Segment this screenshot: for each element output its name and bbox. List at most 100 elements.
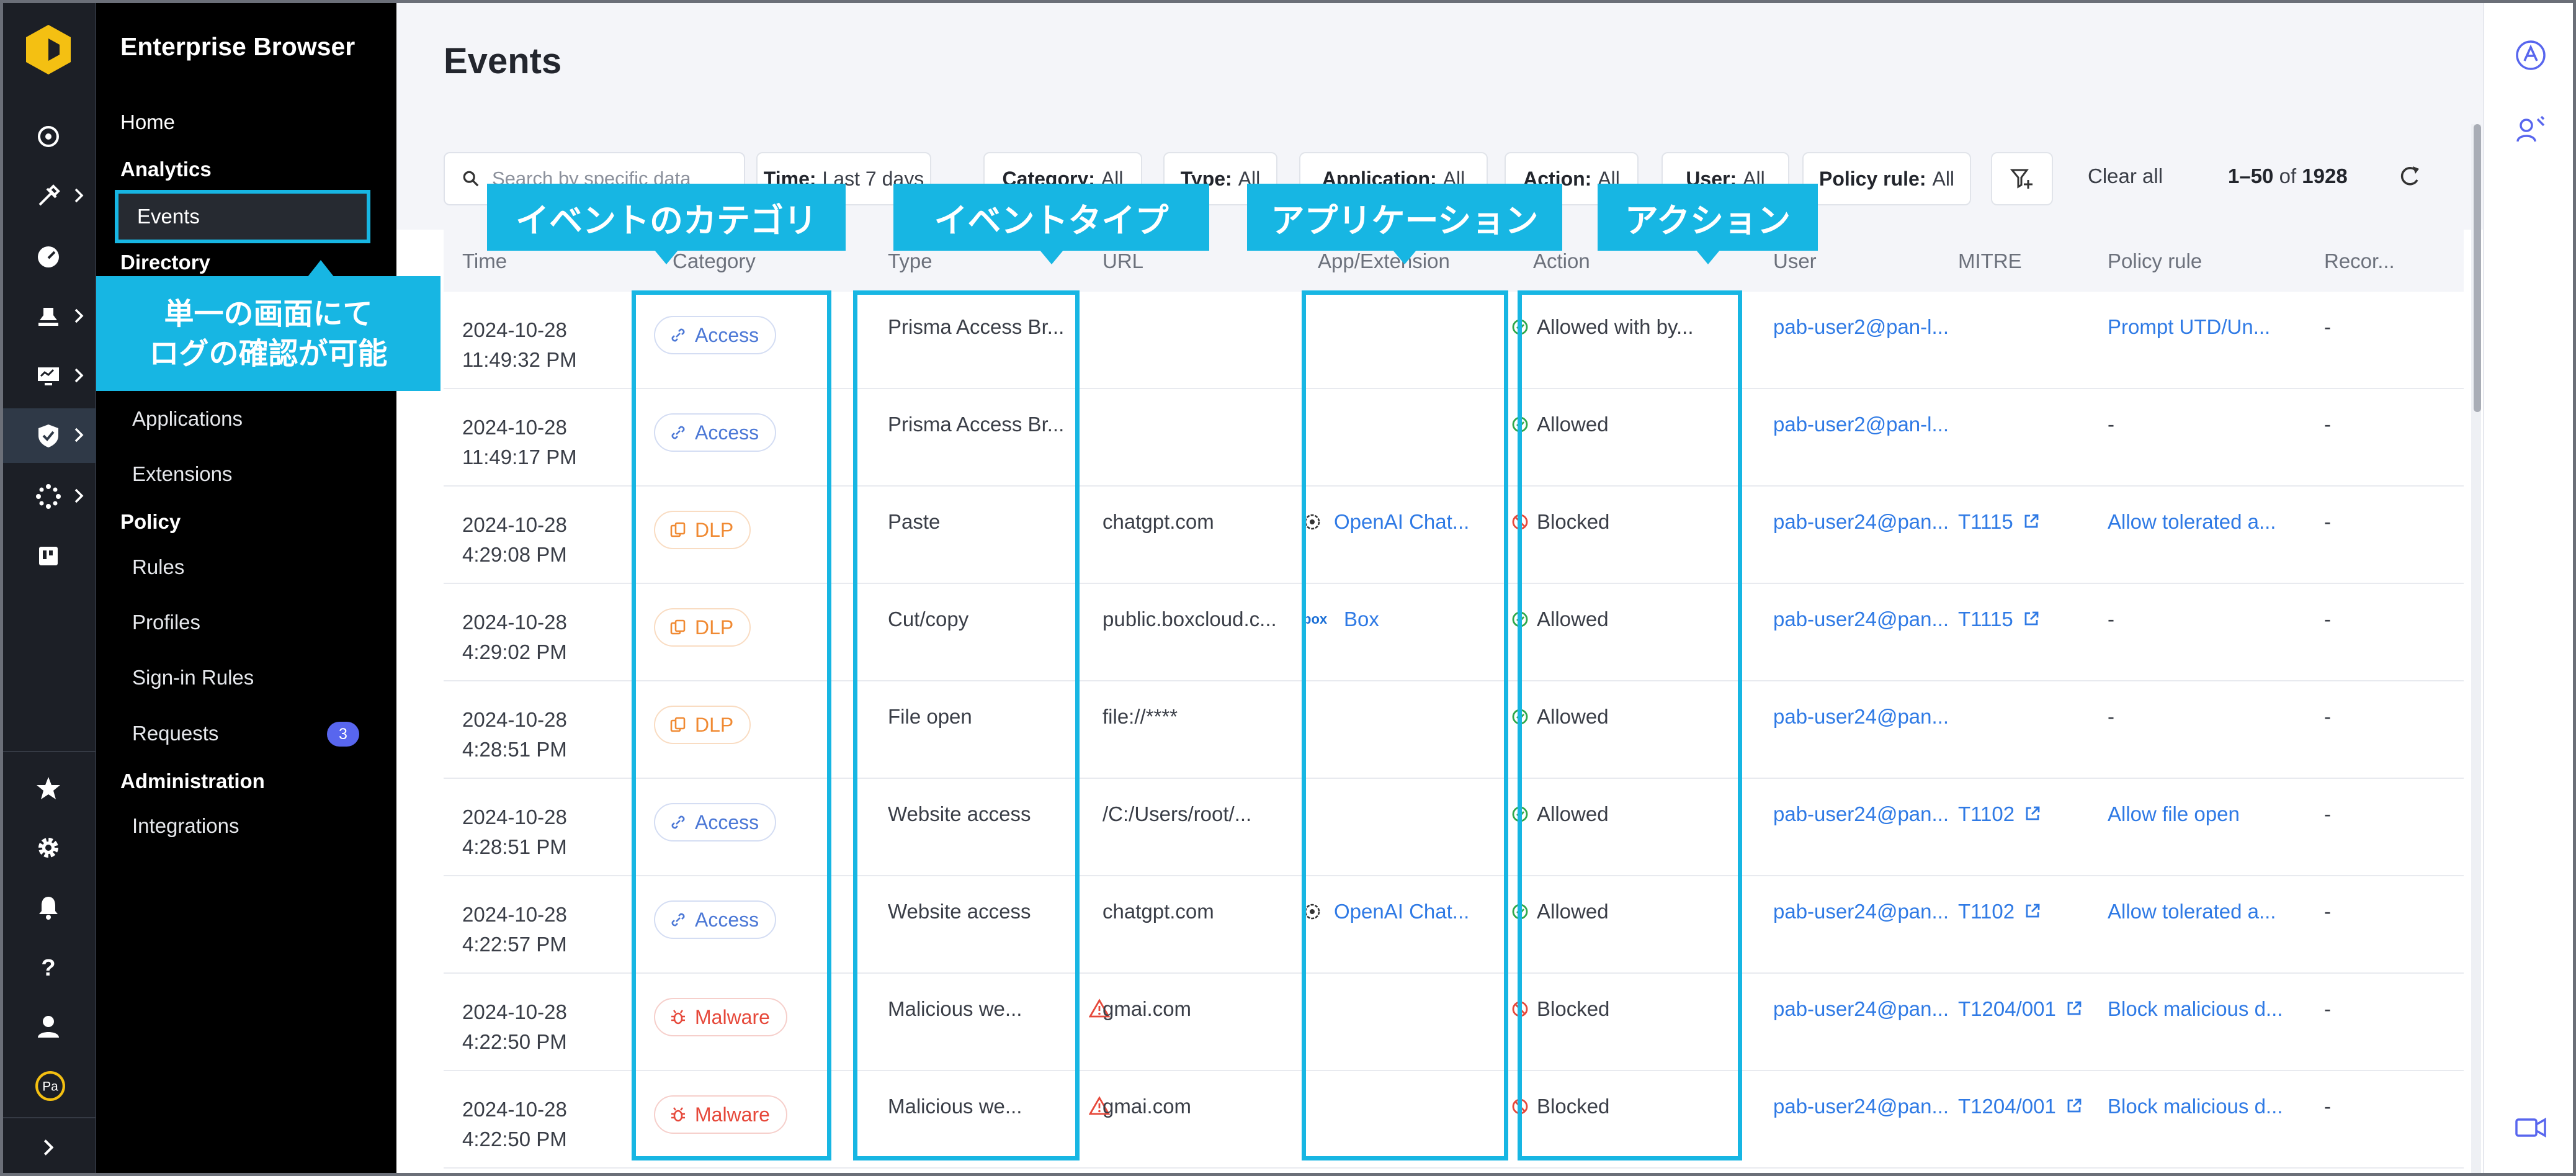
user-cell[interactable]: pab-user24@pan... xyxy=(1773,900,1953,923)
app-name: OpenAI Chat... xyxy=(1334,510,1470,533)
video-icon[interactable] xyxy=(2514,1111,2547,1144)
policy-rule-cell[interactable]: Allow tolerated a... xyxy=(2108,510,2294,534)
table-row[interactable]: 2024-10-28 11:49:32 PM Access Prisma Access… xyxy=(444,292,2464,389)
app-logo-icon[interactable] xyxy=(25,24,72,76)
user-cell[interactable]: pab-user24@pan... xyxy=(1773,997,1953,1021)
mitre-cell[interactable]: T1102 xyxy=(1958,802,2095,826)
nav-item-requests[interactable]: Requests xyxy=(132,722,218,745)
col-time[interactable]: Time xyxy=(462,249,507,273)
table-row[interactable]: 2024-10-28 4:22:57 PM Access Website access… xyxy=(444,876,2464,974)
table-row[interactable]: 2024-10-28 4:29:02 PM DLP Cut/copy public.bo… xyxy=(444,584,2464,681)
mitre-cell[interactable]: T1204/001 xyxy=(1958,997,2095,1021)
col-user[interactable]: User xyxy=(1773,249,1817,273)
col-category[interactable]: Category xyxy=(673,249,756,273)
table-row[interactable]: 2024-10-28 4:28:51 PM DLP File open file://*… xyxy=(444,681,2464,779)
rail-settings[interactable] xyxy=(0,820,96,875)
add-filter-button[interactable] xyxy=(1991,152,2053,205)
rail-avatar[interactable]: Pa xyxy=(0,1059,96,1113)
col-mitre[interactable]: MITRE xyxy=(1958,249,2022,273)
nav-home[interactable]: Home xyxy=(120,110,175,134)
col-policy-rule[interactable]: Policy rule xyxy=(2108,249,2202,273)
rail-board[interactable] xyxy=(0,529,96,583)
nav-section-policy: Policy xyxy=(120,510,181,533)
rail-help[interactable]: ? xyxy=(0,940,96,994)
user-cell[interactable]: pab-user24@pan... xyxy=(1773,802,1953,826)
category-badge[interactable]: DLP xyxy=(654,511,751,549)
rail-network[interactable] xyxy=(0,469,96,524)
app-cell[interactable]: box Box xyxy=(1303,608,1501,631)
col-action[interactable]: Action xyxy=(1533,249,1590,273)
category-badge[interactable]: DLP xyxy=(654,608,751,647)
category-badge[interactable]: Malware xyxy=(654,998,787,1036)
rail-dashboard[interactable] xyxy=(0,109,96,164)
clear-all-button[interactable]: Clear all xyxy=(2088,164,2163,188)
mitre-cell[interactable]: T1102 xyxy=(1958,900,2095,923)
nav-item-integrations[interactable]: Integrations xyxy=(132,814,239,838)
scrollbar-thumb[interactable] xyxy=(2474,124,2481,412)
board-icon xyxy=(39,547,58,565)
rail-monitor[interactable] xyxy=(0,349,96,403)
policy-rule-cell[interactable]: Prompt UTD/Un... xyxy=(2108,315,2294,339)
nav-item-extensions[interactable]: Extensions xyxy=(132,462,232,486)
nav-item-signin-rules[interactable]: Sign-in Rules xyxy=(132,666,254,689)
rail-favorites[interactable] xyxy=(0,761,96,815)
action-cell: Blocked xyxy=(1511,1095,1715,1118)
user-cell[interactable]: pab-user2@pan-l... xyxy=(1773,315,1953,339)
table-row[interactable]: 2024-10-28 4:28:51 PM Access Website access… xyxy=(444,779,2464,876)
table-row[interactable]: 2024-10-28 4:29:08 PM DLP Paste chatgpt.com O… xyxy=(444,487,2464,584)
policy-rule-cell[interactable]: Allow file open xyxy=(2108,802,2294,826)
user-cell[interactable]: pab-user24@pan... xyxy=(1773,608,1953,631)
type-cell: Website access xyxy=(888,900,1031,923)
rail-shield[interactable] xyxy=(0,408,96,463)
policy-rule-cell[interactable]: Block malicious d... xyxy=(2108,1095,2294,1118)
user-cell[interactable]: pab-user24@pan... xyxy=(1773,510,1953,534)
user-cell[interactable]: pab-user2@pan-l... xyxy=(1773,413,1953,436)
policy-rule-cell[interactable]: Block malicious d... xyxy=(2108,997,2294,1021)
nav-item-events[interactable]: Events xyxy=(115,190,370,243)
category-badge[interactable]: Access xyxy=(654,316,777,354)
col-record[interactable]: Recor... xyxy=(2324,249,2395,273)
category-badge[interactable]: Access xyxy=(654,900,777,939)
table-row[interactable]: 2024-10-28 4:22:50 PM Malware Malicious we.… xyxy=(444,974,2464,1071)
refresh-icon[interactable] xyxy=(2395,163,2423,190)
filter-policy-rule[interactable]: Policy rule: All xyxy=(1802,152,1971,205)
policy-rule-cell[interactable]: Allow tolerated a... xyxy=(2108,900,2294,923)
category-badge[interactable]: Malware xyxy=(654,1095,787,1134)
action-cell: Blocked xyxy=(1511,997,1715,1021)
table-row[interactable]: 2024-10-28 11:49:17 PM Access Prisma Access… xyxy=(444,389,2464,487)
table-row[interactable]: 2024-10-28 4:22:50 PM Malware Malicious we.… xyxy=(444,1071,2464,1169)
mitre-cell[interactable]: T1204/001 xyxy=(1958,1095,2095,1118)
assistant-icon[interactable] xyxy=(2514,38,2547,72)
rail-tools[interactable] xyxy=(0,169,96,223)
col-url[interactable]: URL xyxy=(1102,249,1143,273)
user-cell[interactable]: pab-user24@pan... xyxy=(1773,705,1953,729)
link-icon xyxy=(671,328,685,342)
rail-gauge[interactable] xyxy=(0,230,96,284)
nav-item-profiles[interactable]: Profiles xyxy=(132,611,200,634)
time-cell: 2024-10-28 4:29:08 PM xyxy=(462,510,567,570)
mitre-cell[interactable]: T1115 xyxy=(1958,510,2095,534)
action-cell: Allowed xyxy=(1511,900,1715,923)
app-cell[interactable]: OpenAI Chat... xyxy=(1303,900,1501,923)
rail-notifications[interactable] xyxy=(0,880,96,935)
event-date: 2024-10-28 xyxy=(462,318,567,341)
feedback-icon[interactable] xyxy=(2514,113,2547,146)
annotation-category: イベントのカテゴリ xyxy=(487,184,846,264)
mitre-cell[interactable]: T1115 xyxy=(1958,608,2095,631)
event-date: 2024-10-28 xyxy=(462,513,567,536)
search-icon xyxy=(463,171,479,187)
category-badge[interactable]: DLP xyxy=(654,706,751,744)
link-icon xyxy=(671,913,685,927)
category-badge[interactable]: Access xyxy=(654,413,777,452)
nav-item-rules[interactable]: Rules xyxy=(132,555,184,579)
check-circle-icon xyxy=(1512,709,1528,725)
col-type[interactable]: Type xyxy=(888,249,932,273)
expand-sidebar-button[interactable] xyxy=(0,1117,96,1176)
category-badge[interactable]: Access xyxy=(654,803,777,842)
nav-item-applications[interactable]: Applications xyxy=(132,407,243,431)
col-app[interactable]: App/Extension xyxy=(1318,249,1450,273)
rail-profile[interactable] xyxy=(0,999,96,1054)
rail-stamp[interactable] xyxy=(0,289,96,344)
app-cell[interactable]: OpenAI Chat... xyxy=(1303,510,1501,534)
user-cell[interactable]: pab-user24@pan... xyxy=(1773,1095,1953,1118)
